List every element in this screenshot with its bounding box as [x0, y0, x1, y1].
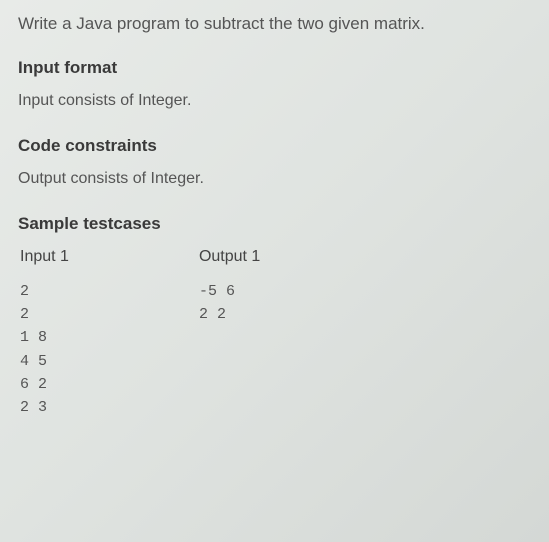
- input-label: Input 1: [20, 248, 69, 266]
- output-label: Output 1: [199, 248, 260, 266]
- code-constraints-body: Output consists of Integer.: [18, 170, 531, 188]
- sample-testcases-heading: Sample testcases: [18, 214, 531, 234]
- problem-statement: Write a Java program to subtract the two…: [18, 12, 531, 36]
- testcase-input-column: Input 1 2 2 1 8 4 5 6 2 2 3: [18, 248, 69, 420]
- output-data: -5 6 2 2: [199, 280, 260, 327]
- input-data: 2 2 1 8 4 5 6 2 2 3: [20, 280, 69, 420]
- testcase-output-column: Output 1 -5 6 2 2: [199, 248, 260, 420]
- code-constraints-heading: Code constraints: [18, 136, 531, 156]
- testcase-row: Input 1 2 2 1 8 4 5 6 2 2 3 Output 1 -5 …: [18, 248, 531, 420]
- input-format-heading: Input format: [18, 58, 531, 78]
- input-format-body: Input consists of Integer.: [18, 92, 531, 110]
